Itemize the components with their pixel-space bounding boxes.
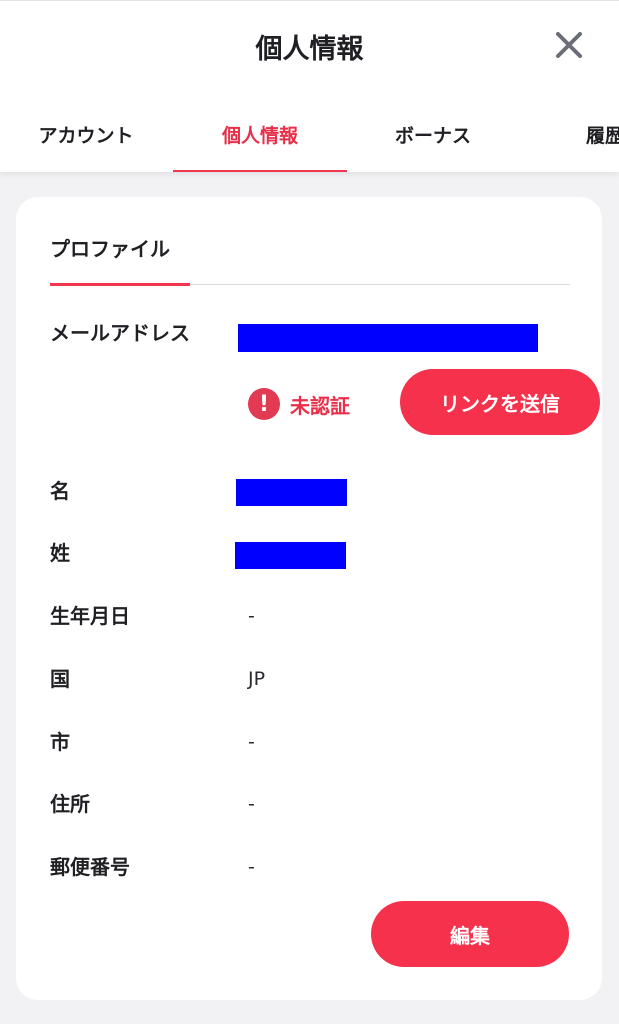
country-value: JP: [248, 668, 266, 690]
city-label: 市: [50, 730, 70, 754]
edit-button[interactable]: 編集: [371, 901, 569, 967]
tab-bonus[interactable]: ボーナス: [347, 91, 519, 172]
divider: [190, 284, 570, 285]
email-status: ! 未認証: [248, 387, 350, 421]
close-icon[interactable]: [553, 29, 585, 61]
first-name-value-redacted: [236, 479, 347, 506]
first-name-label: 名: [50, 479, 70, 503]
active-tab-indicator: [173, 170, 347, 172]
city-value: -: [248, 731, 255, 753]
tab-account-label: アカウント: [38, 125, 134, 147]
exclamation-icon: !: [248, 388, 280, 420]
email-value-redacted: [238, 324, 538, 352]
profile-section-tab[interactable]: プロファイル: [50, 233, 170, 283]
country-label: 国: [50, 667, 70, 691]
tab-bar: アカウント 個人情報 ボーナス 履歴: [0, 91, 619, 172]
tab-history-label: 履歴: [586, 125, 619, 147]
birthdate-value: -: [248, 605, 255, 627]
postal-code-value: -: [248, 856, 255, 878]
postal-code-label: 郵便番号: [50, 855, 130, 879]
tab-bonus-label: ボーナス: [394, 125, 471, 147]
page-title: 個人情報: [255, 34, 364, 65]
birthdate-label: 生年月日: [50, 604, 130, 628]
tab-personal-info[interactable]: 個人情報: [173, 91, 347, 172]
profile-tab-indicator: [50, 283, 190, 286]
email-label: メールアドレス: [50, 321, 190, 345]
email-status-text: 未認証: [290, 393, 350, 418]
send-link-button[interactable]: リンクを送信: [400, 369, 600, 435]
tab-account[interactable]: アカウント: [0, 91, 172, 172]
profile-card: プロファイル メールアドレス ! 未認証 リンクを送信 名 姓 生年月日 - 国…: [16, 197, 602, 1000]
header: 個人情報 アカウント 個人情報 ボーナス 履歴: [0, 0, 619, 172]
address-label: 住所: [50, 792, 90, 816]
tab-personal-info-label: 個人情報: [221, 125, 298, 147]
tab-history[interactable]: 履歴: [586, 91, 619, 172]
last-name-value-redacted: [235, 542, 346, 569]
last-name-label: 姓: [50, 541, 70, 565]
address-value: -: [248, 793, 255, 815]
